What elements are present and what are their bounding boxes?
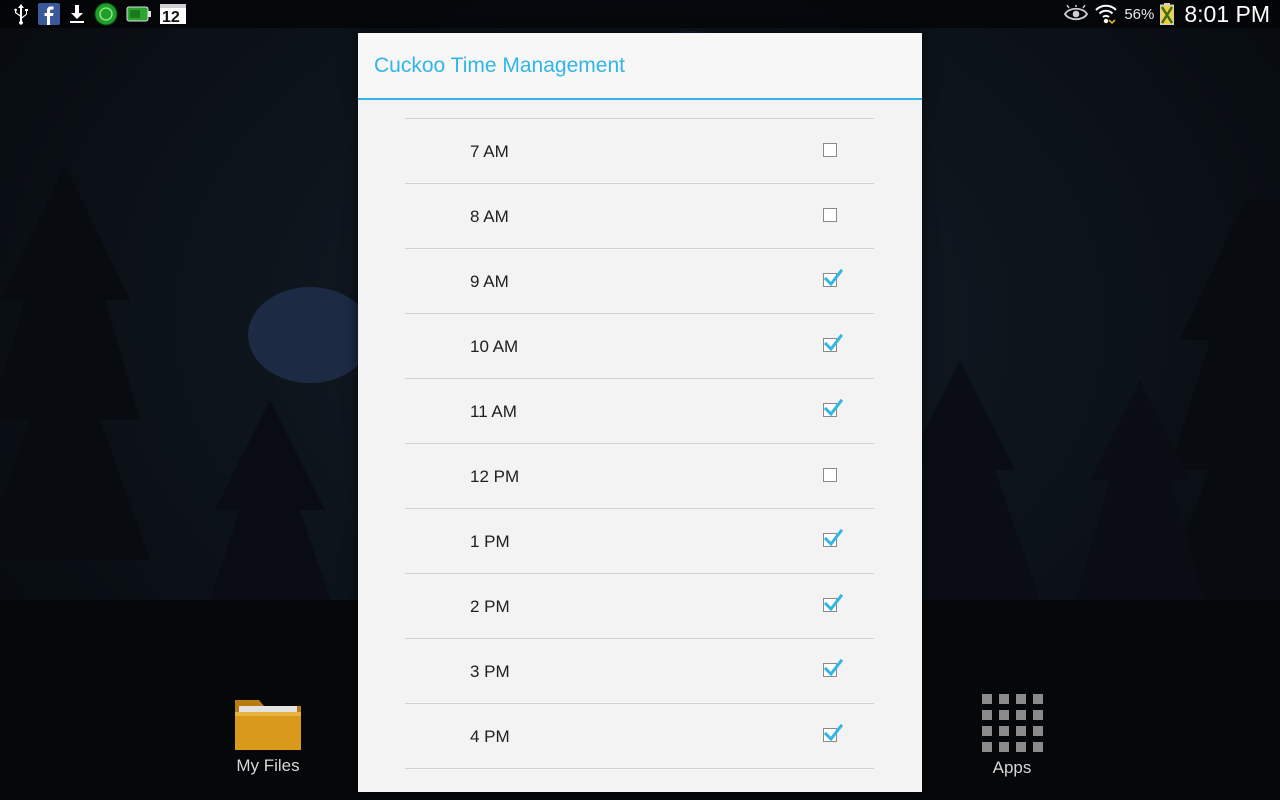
- hour-row[interactable]: 9 AM: [405, 249, 874, 314]
- status-bar: 12 56% 8:01 PM: [0, 0, 1280, 28]
- hour-label: 12 PM: [470, 467, 520, 486]
- checkbox-checked[interactable]: [823, 528, 843, 547]
- facebook-icon: [38, 3, 60, 25]
- usb-icon: [12, 3, 30, 25]
- apps-label: Apps: [992, 758, 1032, 777]
- hour-row[interactable]: 10 AM: [405, 314, 874, 379]
- battery-percent-text: 56%: [1124, 5, 1155, 23]
- green-battery-app-icon: [126, 3, 152, 25]
- calendar-icon: 12: [160, 3, 188, 25]
- hour-row[interactable]: 4 PM: [405, 704, 874, 769]
- hour-row[interactable]: 7 AM: [405, 119, 874, 184]
- checkbox-checked[interactable]: [823, 658, 843, 677]
- checkmark-icon: [823, 398, 843, 417]
- eye-icon: [1064, 3, 1089, 25]
- hour-label: 8 AM: [470, 207, 509, 226]
- notification-icons: 12: [12, 2, 188, 26]
- download-icon: [68, 3, 86, 25]
- apps-grid-icon: [982, 694, 1043, 752]
- checkmark-icon: [823, 593, 843, 612]
- time-management-dialog: Cuckoo Time Management 7 AM 8 AM 9 AM 10 AM…: [358, 33, 922, 792]
- system-status-icons: 56% 8:01 PM: [1064, 0, 1270, 28]
- apps-shortcut[interactable]: Apps: [962, 692, 1062, 778]
- folder-icon: [235, 700, 301, 750]
- hour-list[interactable]: 7 AM 8 AM 9 AM 10 AM 11 AM 12 PM 1 PM 2 PM 3 PM 4…: [405, 118, 874, 769]
- checkmark-icon: [823, 268, 843, 287]
- checkmark-icon: [823, 658, 843, 677]
- hour-row[interactable]: 3 PM: [405, 639, 874, 704]
- checkmark-icon: [823, 723, 843, 742]
- dialog-title: Cuckoo Time Management: [358, 33, 922, 100]
- checkbox-checked[interactable]: [823, 398, 843, 417]
- hour-label: 7 AM: [470, 142, 509, 161]
- hour-label: 9 AM: [470, 272, 509, 291]
- hour-label: 11 AM: [470, 402, 517, 421]
- checkbox-checked[interactable]: [823, 268, 843, 287]
- hour-label: 2 PM: [470, 597, 510, 616]
- green-circle-app-icon: [94, 2, 118, 26]
- hour-label: 1 PM: [470, 532, 510, 551]
- hour-row[interactable]: 2 PM: [405, 574, 874, 639]
- hour-label: 10 AM: [470, 337, 519, 356]
- calendar-day-text: 12: [162, 9, 180, 25]
- hour-row[interactable]: 12 PM: [405, 444, 874, 509]
- checkmark-icon: [823, 333, 843, 352]
- my-files-shortcut[interactable]: My Files: [218, 692, 318, 776]
- wifi-icon: [1094, 3, 1118, 25]
- battery-icon: [1160, 3, 1175, 25]
- hour-row[interactable]: 11 AM: [405, 379, 874, 444]
- checkbox-checked[interactable]: [823, 593, 843, 612]
- hour-label: 4 PM: [470, 727, 510, 746]
- status-clock: 8:01 PM: [1184, 0, 1270, 27]
- checkbox-checked[interactable]: [823, 723, 843, 742]
- checkbox-unchecked[interactable]: [823, 143, 837, 157]
- checkbox-checked[interactable]: [823, 333, 843, 352]
- hour-row[interactable]: 1 PM: [405, 509, 874, 574]
- checkbox-unchecked[interactable]: [823, 208, 837, 222]
- my-files-label: My Files: [236, 756, 300, 775]
- checkbox-unchecked[interactable]: [823, 468, 837, 482]
- hour-label: 3 PM: [470, 662, 510, 681]
- hour-row[interactable]: 8 AM: [405, 184, 874, 249]
- checkmark-icon: [823, 528, 843, 547]
